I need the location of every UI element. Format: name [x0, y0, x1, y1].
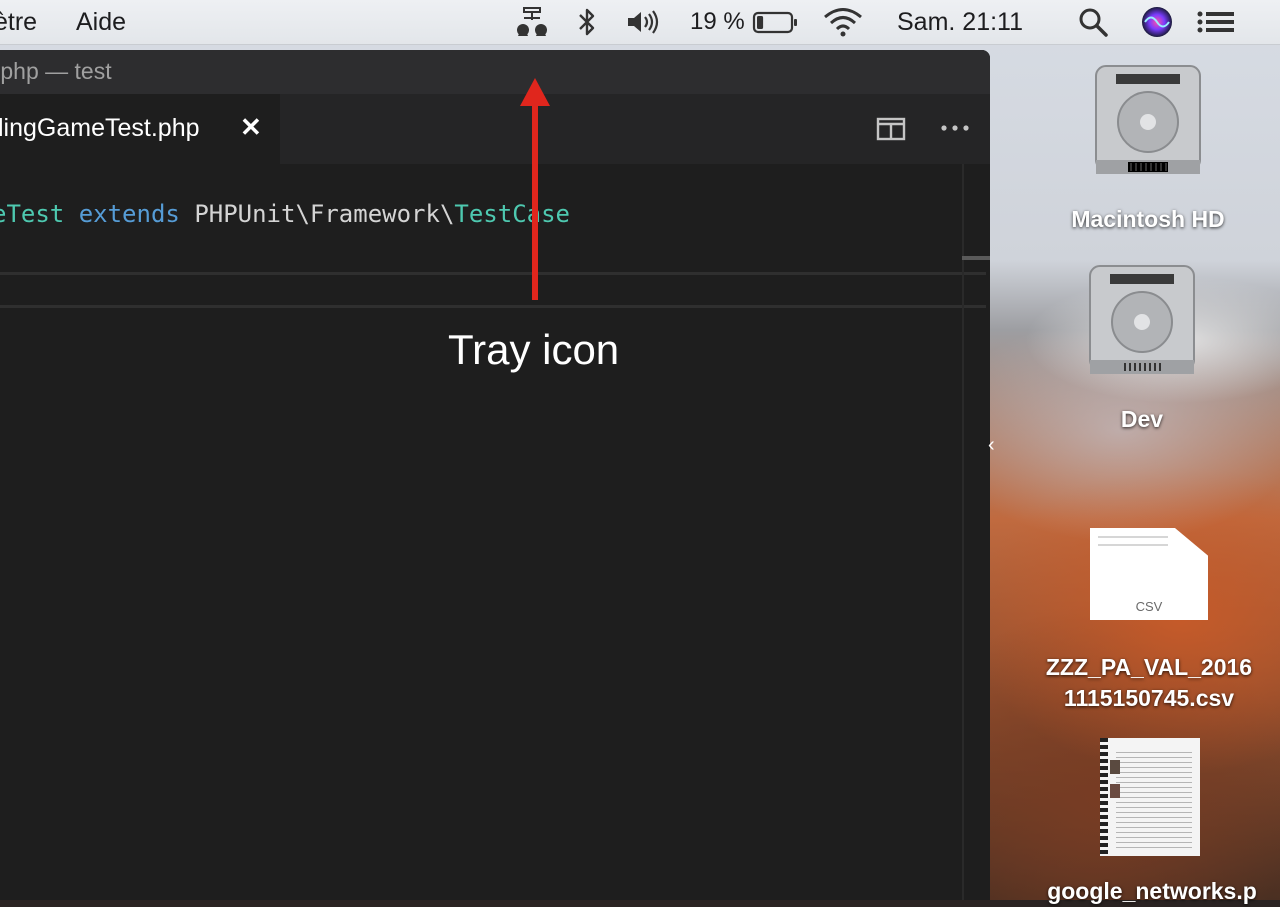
hard-drive-icon [1089, 265, 1195, 374]
editor-scrollbar[interactable] [962, 164, 964, 900]
desktop-icon-label: ZZZ_PA_VAL_2016 [1045, 654, 1253, 680]
desktop-icon-label-line2: 1115150745.csv [1063, 685, 1235, 711]
chevron-icon: ‹ [988, 434, 995, 456]
editor-window: .php — test lingGameTest.php ✕ eTest ext… [0, 50, 990, 900]
window-title: .php — test [0, 58, 112, 84]
tab-label: lingGameTest.php [0, 114, 200, 142]
volume-icon[interactable] [626, 6, 662, 38]
window-titlebar[interactable]: .php — test [0, 50, 990, 94]
desktop-icon-macintosh-hd[interactable]: Macintosh HD [1062, 60, 1234, 235]
menu-help[interactable]: Aide [76, 7, 126, 37]
tab-active-file[interactable]: lingGameTest.php ✕ [0, 94, 280, 164]
scroll-position-marker [962, 256, 990, 260]
file-extension: CSV [1135, 599, 1163, 614]
more-actions-icon[interactable] [940, 120, 970, 141]
hard-drive-icon [1095, 65, 1201, 174]
presenter-tray-icon[interactable] [512, 6, 552, 38]
menu-window[interactable]: ètre [0, 7, 37, 37]
wifi-icon[interactable] [822, 6, 864, 38]
desktop-icon-dev[interactable]: Dev [1056, 260, 1228, 435]
desktop-icon-label: Dev [1120, 406, 1164, 432]
csv-file-icon: CSV [1090, 528, 1208, 620]
desktop-icon-pdf-file[interactable]: google_networks.p [1032, 738, 1272, 907]
siri-icon[interactable] [1140, 6, 1174, 38]
current-line-highlight [0, 272, 986, 308]
close-icon[interactable]: ✕ [240, 112, 262, 143]
battery-icon[interactable] [752, 6, 798, 38]
tab-bar: lingGameTest.php ✕ [0, 94, 990, 164]
annotation-label: Tray icon [448, 326, 620, 373]
code-namespace: PHPUnit\Framework\ [194, 200, 455, 228]
desktop-icon-label: Macintosh HD [1071, 206, 1225, 232]
code-class-name: eTest [0, 200, 65, 228]
bluetooth-icon[interactable] [576, 6, 598, 38]
menu-bar: ètre Aide 19 % Sam. 21:11 [0, 0, 1280, 45]
pdf-file-icon [1100, 738, 1200, 856]
notification-center-icon[interactable] [1196, 6, 1236, 38]
spotlight-icon[interactable] [1077, 6, 1109, 38]
desktop-icon-csv-file[interactable]: CSV ZZZ_PA_VAL_2016 1115150745.csv [1032, 528, 1266, 714]
code-editor[interactable]: eTest extends PHPUnit\Framework\TestCase [0, 164, 990, 900]
desktop-icon-label: google_networks.p [1047, 878, 1257, 904]
split-editor-icon[interactable] [876, 116, 906, 147]
annotation-arrow [520, 78, 550, 300]
code-keyword: extends [78, 200, 180, 228]
battery-percent: 19 % [690, 8, 745, 35]
menu-clock[interactable]: Sam. 21:11 [897, 6, 1023, 38]
code-line: eTest extends PHPUnit\Framework\TestCase [0, 200, 570, 228]
